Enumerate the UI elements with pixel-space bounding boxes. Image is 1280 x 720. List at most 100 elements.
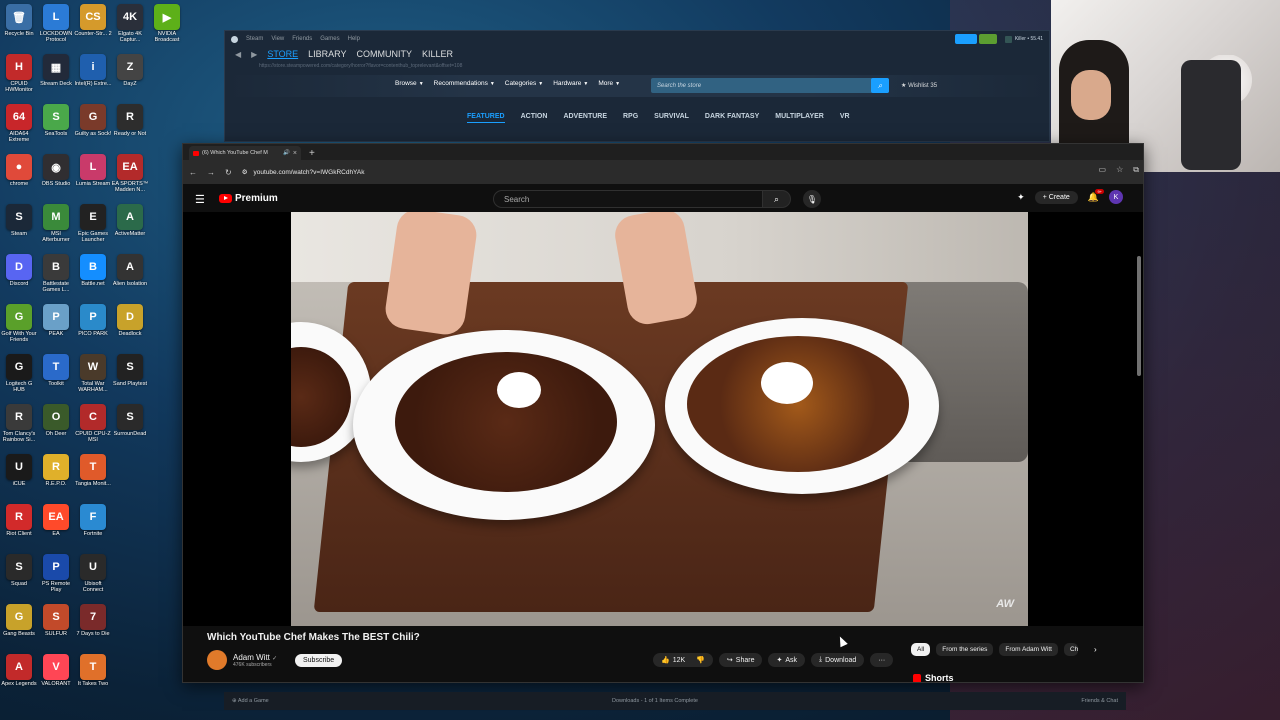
desktop-icon[interactable]: W Total War WARHAM...	[74, 354, 112, 393]
tab-adventure[interactable]: ADVENTURE	[563, 113, 607, 123]
desktop-icon[interactable]: A Alien Isolation	[111, 254, 149, 287]
tab-vr[interactable]: VR	[840, 113, 850, 123]
desktop-icon[interactable]: S SULFUR	[37, 604, 75, 637]
desktop-icon[interactable]: T It Takes Two	[74, 654, 112, 687]
downloads-status[interactable]: Downloads - 1 of 1 Items Complete	[612, 698, 698, 704]
steam-url-text[interactable]: https://store.steampowered.com/category/…	[259, 63, 462, 69]
bookmark-star-icon[interactable]: ☆	[1116, 165, 1123, 175]
desktop-icon[interactable]: CS Counter-Str... 2	[74, 4, 112, 37]
page-scrollbar[interactable]	[1137, 256, 1141, 376]
steam-menu-games[interactable]: Games	[320, 36, 339, 42]
nav-community[interactable]: COMMUNITY	[357, 49, 413, 59]
account-avatar[interactable]: K	[1109, 190, 1123, 204]
desktop-icon[interactable]: S Steam	[0, 204, 38, 237]
menu-hamburger-icon[interactable]: ☰	[195, 193, 205, 206]
chevron-right-icon[interactable]: ›	[1094, 645, 1097, 654]
microphone-icon[interactable]: 🎙	[803, 190, 821, 208]
desktop-icon[interactable]: G Logitech G HUB	[0, 354, 38, 393]
tab-action[interactable]: ACTION	[521, 113, 548, 123]
desktop-icon[interactable]: i Intel(R) Extre...	[74, 54, 112, 87]
steam-menu-steam[interactable]: Steam	[246, 36, 263, 42]
close-tab-icon[interactable]: ×	[293, 150, 297, 157]
desktop-icon[interactable]: G Golf With Your Friends	[0, 304, 38, 343]
more-actions-button[interactable]: ···	[870, 653, 894, 667]
back-icon[interactable]: ←	[189, 168, 197, 177]
chip-chili[interactable]: Chili	[1063, 643, 1078, 656]
site-info-icon[interactable]: ⚙	[242, 168, 248, 176]
steam-announcements-button[interactable]	[954, 34, 977, 44]
desktop-icon[interactable]: ● chrome	[0, 154, 38, 187]
desktop-icon[interactable]: L LOCKDOWN Protocol	[37, 4, 75, 43]
video-frame[interactable]: AW	[291, 212, 1028, 626]
browser-tab-youtube[interactable]: (6) Which YouTube Chef M 🔊 ×	[189, 146, 301, 160]
address-bar[interactable]: ⚙ youtube.com/watch?v=IWGkRCdhYAk	[242, 168, 365, 177]
desktop-icon[interactable]: 64 AIDA64 Extreme	[0, 104, 38, 143]
steam-account-menu[interactable]: Killer • 55.41	[999, 35, 1049, 43]
store-nav-browse[interactable]: Browse ▼	[395, 80, 424, 87]
desktop-icon[interactable]: ▶ NVIDIA Broadcast	[148, 4, 186, 43]
desktop-icon[interactable]: R Riot Client	[0, 504, 38, 537]
notifications-bell-icon[interactable]: 🔔 9+	[1088, 188, 1104, 203]
desktop-icon[interactable]: S SeaTools	[37, 104, 75, 137]
desktop-icon[interactable]: ▦ Stream Deck	[37, 54, 75, 87]
search-icon[interactable]: ⌕	[871, 78, 889, 93]
desktop-icon[interactable]: G Gang Beasts	[0, 604, 38, 637]
reload-icon[interactable]: ↻	[225, 168, 232, 177]
video-player[interactable]: AW	[183, 212, 1143, 626]
tab-featured[interactable]: FEATURED	[467, 113, 505, 123]
download-button[interactable]: ⤓ Download	[811, 653, 865, 667]
steam-store-search[interactable]: Search the store ⌕	[651, 78, 889, 93]
desktop-icon[interactable]: B Battle.net	[74, 254, 112, 287]
like-button[interactable]: 👍 12K 👎	[653, 653, 713, 667]
desktop-icon[interactable]: EA EA	[37, 504, 75, 537]
forward-arrow-icon[interactable]: ▶	[251, 50, 257, 59]
add-game-button[interactable]: ⊕ Add a Game	[232, 698, 269, 704]
cast-icon[interactable]: ▭	[1099, 165, 1107, 175]
desktop-icon[interactable]: EA EA SPORTS™ Madden N...	[111, 154, 149, 193]
steam-menu-friends[interactable]: Friends	[292, 36, 312, 42]
subscribe-button[interactable]: Subscribe	[295, 654, 343, 667]
channel-name-row[interactable]: Adam Witt ✓	[233, 653, 277, 662]
desktop-icon[interactable]: B Battlestate Games L...	[37, 254, 75, 293]
tab-dark-fantasy[interactable]: DARK FANTASY	[705, 113, 759, 123]
create-button[interactable]: + Create	[1034, 190, 1078, 204]
steam-wishlist-link[interactable]: ★ Wishlist 35	[901, 82, 937, 89]
forward-icon[interactable]: →	[207, 168, 215, 177]
desktop-icon[interactable]: 77 Days to Die	[74, 604, 112, 637]
steam-notifications-button[interactable]	[978, 34, 997, 44]
channel-avatar[interactable]	[207, 650, 227, 670]
store-nav-more[interactable]: More ▼	[598, 80, 620, 87]
desktop-icon[interactable]: Z DayZ	[111, 54, 149, 87]
desktop-icon[interactable]: U Ubisoft Connect	[74, 554, 112, 593]
store-nav-hardware[interactable]: Hardware ▼	[553, 80, 588, 87]
desktop-icon[interactable]: F Fortnite	[74, 504, 112, 537]
steam-menu-help[interactable]: Help	[348, 36, 360, 42]
desktop-icon[interactable]: R Tom Clancy's Rainbow Si...	[0, 404, 38, 443]
desktop-icon[interactable]: O Oh Deer	[37, 404, 75, 437]
desktop-icon[interactable]: S SurrounDead	[111, 404, 149, 437]
desktop-icon[interactable]: UiCUE	[0, 454, 38, 487]
desktop-icon[interactable]: A Apex Legends	[0, 654, 38, 687]
desktop-icon[interactable]: A ActiveMatter	[111, 204, 149, 237]
youtube-search-input[interactable]: Search	[493, 190, 763, 208]
desktop-icon[interactable]: D Discord	[0, 254, 38, 287]
desktop-icon[interactable]: D Deadlock	[111, 304, 149, 337]
gemini-sparkle-icon[interactable]: ✦	[1017, 192, 1025, 203]
ask-button[interactable]: ✦ Ask	[768, 653, 806, 667]
audio-icon[interactable]: 🔊	[283, 150, 290, 156]
extensions-icon[interactable]: ⧉	[1133, 165, 1139, 175]
desktop-icon[interactable]: M MSI Afterburner	[37, 204, 75, 243]
desktop-icon[interactable]: 4K Elgato 4K Captur...	[111, 4, 149, 43]
tab-multiplayer[interactable]: MULTIPLAYER	[775, 113, 824, 123]
nav-profile[interactable]: KILLER	[422, 49, 453, 59]
steam-menu-view[interactable]: View	[271, 36, 284, 42]
store-nav-categories[interactable]: Categories ▼	[505, 80, 543, 87]
desktop-icon[interactable]: S Sand Playtest	[111, 354, 149, 387]
thumbs-down-icon[interactable]: 👎	[696, 656, 705, 664]
desktop-icon[interactable]: H CPUID HWMonitor	[0, 54, 38, 93]
desktop-icon[interactable]: 🗑 Recycle Bin	[0, 4, 38, 37]
desktop-icon[interactable]: E Epic Games Launcher	[74, 204, 112, 243]
nav-store[interactable]: STORE	[267, 49, 298, 59]
desktop-icon[interactable]: R R.E.P.O.	[37, 454, 75, 487]
desktop-icon[interactable]: P PICO PARK	[74, 304, 112, 337]
